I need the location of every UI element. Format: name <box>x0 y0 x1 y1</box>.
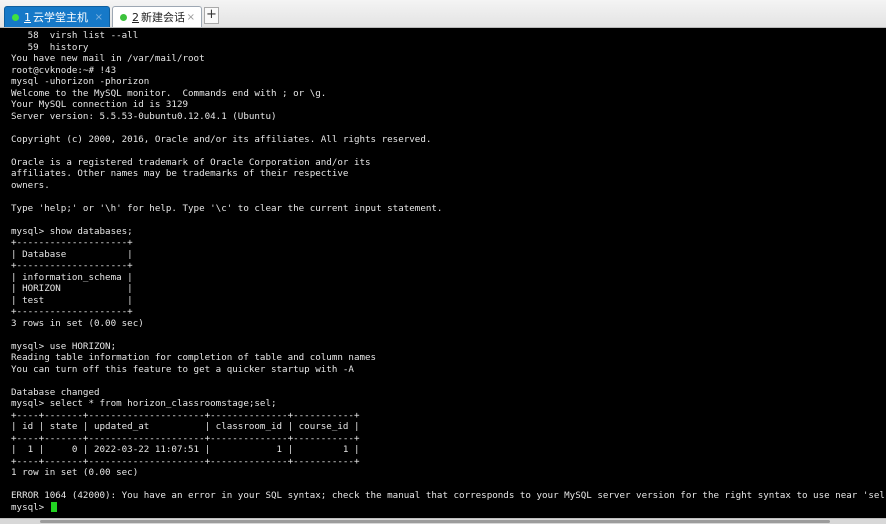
terminal-line: root@cvknode:~# !43 <box>11 64 117 76</box>
connected-status-icon <box>120 13 127 21</box>
command-prompt-line[interactable]: mysql> <box>11 502 886 514</box>
terminal-line: +----+-------+---------------------+----… <box>11 455 360 467</box>
terminal-line: You can turn off this feature to get a q… <box>11 363 354 375</box>
close-icon[interactable]: × <box>95 12 103 23</box>
session-tab-bar: 1 云学堂主机 × 2 新建会话 × + <box>0 0 886 28</box>
terminal-line: Oracle is a registered trademark of Orac… <box>11 156 371 168</box>
tab-label: 云学堂主机 <box>33 11 88 24</box>
terminal-line: | 1 | 0 | 2022-03-22 11:07:51 | 1 | 1 | <box>11 444 360 455</box>
terminal-line: 1 row in set (0.00 sec) <box>11 467 139 478</box>
scrollbar-thumb[interactable] <box>40 520 830 523</box>
terminal-output[interactable]: 58 virsh list --all 59 history You have n… <box>0 28 886 518</box>
terminal-line: Copyright (c) 2000, 2016, Oracle and/or … <box>11 133 432 145</box>
terminal-line: | HORIZON | <box>11 283 133 294</box>
terminal-line: +----+-------+---------------------+----… <box>11 432 360 444</box>
terminal-line: Reading table information for completion… <box>11 352 377 363</box>
close-icon[interactable]: × <box>187 12 195 23</box>
terminal-line: +--------------------+ <box>11 260 133 271</box>
tab-number: 2 <box>132 10 139 24</box>
terminal-line: Server version: 5.5.53-0ubuntu0.12.04.1 … <box>11 110 277 122</box>
terminal-line: Type 'help;' or '\h' for help. Type '\c'… <box>11 202 443 214</box>
terminal-line: | id | state | updated_at | classroom_id… <box>11 421 360 432</box>
terminal-line: mysql> show databases; <box>11 225 133 237</box>
text-cursor <box>50 502 57 513</box>
terminal-app-window: 1 云学堂主机 × 2 新建会话 × + 58 virsh list --all… <box>0 0 886 524</box>
terminal-line: mysql> select * from horizon_classroomst… <box>11 398 277 409</box>
connected-status-icon <box>12 13 19 21</box>
terminal-line: +--------------------+ <box>11 237 133 248</box>
horizontal-scrollbar[interactable] <box>0 518 886 524</box>
terminal-line: mysql> use HORIZON; <box>11 340 117 352</box>
tab-session-1[interactable]: 1 云学堂主机 × <box>4 6 110 27</box>
tab-number: 1 <box>24 10 31 24</box>
terminal-line: 3 rows in set (0.00 sec) <box>11 317 144 329</box>
terminal-line: Welcome to the MySQL monitor. Commands e… <box>11 87 327 99</box>
terminal-line: +----+-------+---------------------+----… <box>11 409 360 421</box>
tab-label: 新建会话 <box>141 11 185 24</box>
terminal-line: Database changed <box>11 386 100 398</box>
terminal-line: mysql -uhorizon -phorizon <box>11 76 150 87</box>
terminal-line: | test | <box>11 294 133 306</box>
terminal-line: Your MySQL connection id is 3129 <box>11 99 189 110</box>
terminal-line: | Database | <box>11 248 133 260</box>
terminal-line: You have new mail in /var/mail/root <box>11 53 205 64</box>
mysql-prompt: mysql> <box>11 501 50 513</box>
terminal-line: | information_schema | <box>11 271 133 283</box>
terminal-lines: 58 virsh list --all 59 history You have n… <box>11 30 886 513</box>
tab-session-2[interactable]: 2 新建会话 × <box>112 6 202 27</box>
terminal-line: 58 virsh list --all <box>11 30 139 41</box>
new-tab-button[interactable]: + <box>204 7 219 24</box>
terminal-line: ERROR 1064 (42000): You have an error in… <box>11 490 886 501</box>
terminal-line: +--------------------+ <box>11 306 133 317</box>
terminal-line: affiliates. Other names may be trademark… <box>11 168 349 179</box>
terminal-line: owners. <box>11 179 50 191</box>
terminal-line: 59 history <box>11 41 89 53</box>
